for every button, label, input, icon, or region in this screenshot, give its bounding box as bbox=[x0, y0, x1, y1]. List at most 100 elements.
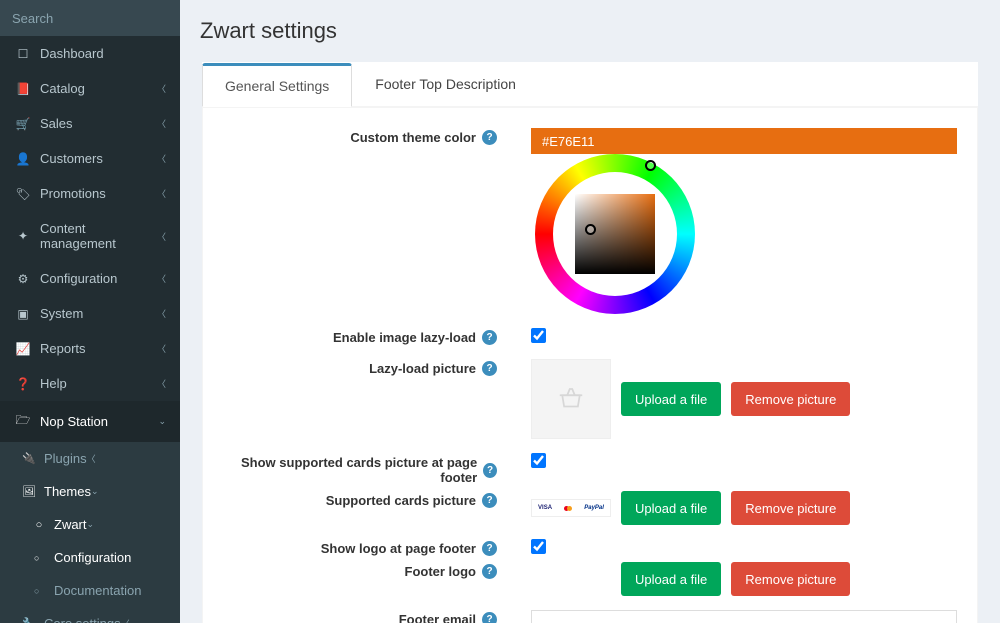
sidebar-item-label: Themes bbox=[44, 484, 91, 499]
label-enable-lazy: Enable image lazy-load bbox=[333, 330, 476, 345]
sidebar-item-label: Configuration bbox=[54, 550, 131, 565]
sidebar-item-catalog[interactable]: 📕 Catalog 〈 bbox=[0, 71, 180, 106]
footer-email-input[interactable] bbox=[531, 610, 957, 623]
label-custom-color: Custom theme color bbox=[350, 130, 476, 145]
configuration-icon: ⚙ bbox=[14, 272, 32, 286]
show-logo-checkbox[interactable] bbox=[531, 539, 546, 554]
chevron-left-icon: 〈 bbox=[157, 82, 166, 95]
help-icon[interactable]: ? bbox=[482, 130, 497, 145]
help-icon[interactable]: ? bbox=[482, 493, 497, 508]
sidebar-item-label: Plugins bbox=[44, 451, 87, 466]
enable-lazy-checkbox[interactable] bbox=[531, 328, 546, 343]
main: Zwart settings General Settings Footer T… bbox=[180, 0, 1000, 623]
plugins-icon: 🔌 bbox=[20, 452, 38, 465]
upload-button[interactable]: Upload a file bbox=[621, 562, 721, 596]
remove-button[interactable]: Remove picture bbox=[731, 491, 850, 525]
sidebar-item-reports[interactable]: 📈 Reports 〈 bbox=[0, 331, 180, 366]
help-icon[interactable]: ? bbox=[482, 541, 497, 556]
label-footer-email: Footer email bbox=[399, 612, 476, 623]
content-icon: ✦ bbox=[14, 229, 32, 243]
circle-icon: ○ bbox=[34, 553, 48, 563]
sidebar-item-label: Content management bbox=[40, 221, 157, 251]
sidebar-item-coresettings[interactable]: 🔧 Core settings 〈 bbox=[0, 607, 180, 623]
customers-icon: 👤 bbox=[14, 152, 32, 166]
sidebar-item-configuration[interactable]: ⚙ Configuration 〈 bbox=[0, 261, 180, 296]
circle-icon: ○ bbox=[34, 586, 48, 596]
sidebar-item-zwart-doc[interactable]: ○ Documentation bbox=[0, 574, 180, 607]
reports-icon: 📈 bbox=[14, 342, 32, 356]
chevron-left-icon: 〈 bbox=[157, 377, 166, 390]
remove-button[interactable]: Remove picture bbox=[731, 382, 850, 416]
sidebar-item-label: Configuration bbox=[40, 271, 157, 286]
sidebar-item-label: Reports bbox=[40, 341, 157, 356]
sidebar-item-dashboard[interactable]: ☐ Dashboard bbox=[0, 36, 180, 71]
sidebar-item-label: Catalog bbox=[40, 81, 157, 96]
themes-icon: 🖼 bbox=[20, 485, 38, 498]
tab-general[interactable]: General Settings bbox=[202, 63, 352, 107]
chevron-left-icon: 〈 bbox=[87, 452, 96, 465]
sidebar-item-label: Nop Station bbox=[40, 414, 158, 429]
sidebar-item-label: Promotions bbox=[40, 186, 157, 201]
help-icon: ❓ bbox=[14, 377, 32, 391]
upload-button[interactable]: Upload a file bbox=[621, 382, 721, 416]
sidebar-item-label: Customers bbox=[40, 151, 157, 166]
saturation-handle[interactable] bbox=[585, 224, 596, 235]
color-picker[interactable] bbox=[535, 154, 695, 314]
tabs: General Settings Footer Top Description bbox=[202, 62, 978, 107]
folder-icon: 🗁 bbox=[14, 411, 32, 432]
sidebar-search bbox=[0, 0, 180, 36]
chevron-down-icon: ⌄ bbox=[158, 416, 166, 427]
sidebar-item-help[interactable]: ❓ Help 〈 bbox=[0, 366, 180, 401]
basket-icon bbox=[556, 384, 586, 414]
sidebar-item-label: Core settings bbox=[44, 616, 121, 623]
help-icon[interactable]: ? bbox=[482, 564, 497, 579]
sidebar: ☐ Dashboard 📕 Catalog 〈 🛒 Sales 〈 👤 Cust… bbox=[0, 0, 180, 623]
help-icon[interactable]: ? bbox=[483, 463, 497, 478]
sidebar-item-content[interactable]: ✦ Content management 〈 bbox=[0, 211, 180, 261]
tab-footer[interactable]: Footer Top Description bbox=[352, 63, 539, 107]
remove-button[interactable]: Remove picture bbox=[731, 562, 850, 596]
chevron-left-icon: 〈 bbox=[157, 187, 166, 200]
sidebar-item-promotions[interactable]: 🏷 Promotions 〈 bbox=[0, 176, 180, 211]
chevron-left-icon: 〈 bbox=[157, 342, 166, 355]
hue-handle[interactable] bbox=[645, 160, 656, 171]
wrench-icon: 🔧 bbox=[20, 617, 38, 623]
sidebar-item-customers[interactable]: 👤 Customers 〈 bbox=[0, 141, 180, 176]
sidebar-item-label: Help bbox=[40, 376, 157, 391]
chevron-left-icon: 〈 bbox=[157, 152, 166, 165]
chevron-left-icon: 〈 bbox=[121, 617, 130, 623]
settings-panel: Custom theme color ? #E76E11 bbox=[202, 107, 978, 623]
chevron-down-icon: ⌄ bbox=[87, 519, 95, 530]
sidebar-item-label: Zwart bbox=[54, 517, 87, 532]
sidebar-item-label: Dashboard bbox=[40, 46, 166, 61]
sidebar-item-themes[interactable]: 🖼 Themes ⌄ bbox=[0, 475, 180, 508]
sidebar-item-sales[interactable]: 🛒 Sales 〈 bbox=[0, 106, 180, 141]
chevron-down-icon: ⌄ bbox=[91, 486, 99, 497]
upload-button[interactable]: Upload a file bbox=[621, 491, 721, 525]
promotions-icon: 🏷 bbox=[14, 187, 32, 201]
help-icon[interactable]: ? bbox=[482, 361, 497, 376]
sidebar-item-zwart-config[interactable]: ○ Configuration bbox=[0, 541, 180, 574]
chevron-left-icon: 〈 bbox=[157, 272, 166, 285]
sidebar-item-zwart[interactable]: ○ Zwart ⌄ bbox=[0, 508, 180, 541]
label-show-cards: Show supported cards picture at page foo… bbox=[223, 455, 477, 485]
chevron-left-icon: 〈 bbox=[157, 307, 166, 320]
search-input[interactable] bbox=[12, 11, 180, 26]
page-title: Zwart settings bbox=[180, 0, 1000, 62]
sidebar-item-system[interactable]: ▣ System 〈 bbox=[0, 296, 180, 331]
sidebar-item-label: Documentation bbox=[54, 583, 141, 598]
show-cards-checkbox[interactable] bbox=[531, 453, 546, 468]
sidebar-item-label: Sales bbox=[40, 116, 157, 131]
help-icon[interactable]: ? bbox=[482, 612, 497, 623]
cards-picture-thumb: VISA PayPal bbox=[531, 499, 611, 517]
chevron-left-icon: 〈 bbox=[157, 117, 166, 130]
label-lazy-picture: Lazy-load picture bbox=[369, 361, 476, 376]
circle-icon: ○ bbox=[30, 519, 48, 531]
sidebar-item-nopstation[interactable]: 🗁 Nop Station ⌄ bbox=[0, 401, 180, 442]
help-icon[interactable]: ? bbox=[482, 330, 497, 345]
color-value-input[interactable]: #E76E11 bbox=[531, 128, 957, 154]
chevron-left-icon: 〈 bbox=[157, 230, 166, 243]
sales-icon: 🛒 bbox=[14, 117, 32, 131]
sidebar-item-plugins[interactable]: 🔌 Plugins 〈 bbox=[0, 442, 180, 475]
system-icon: ▣ bbox=[14, 307, 32, 321]
